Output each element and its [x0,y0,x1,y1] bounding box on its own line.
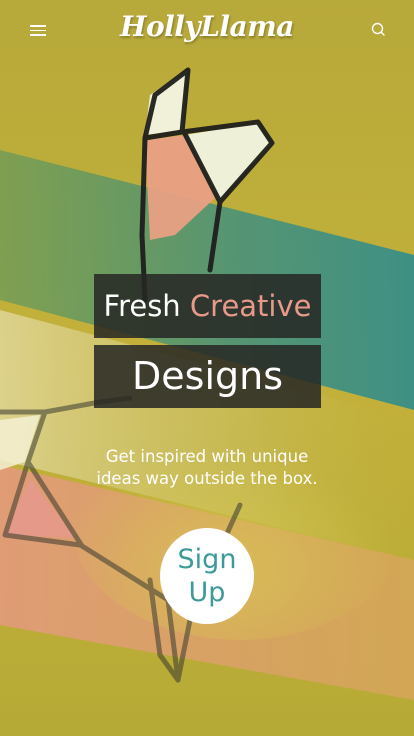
search-button[interactable] [366,18,390,40]
landing-screen: HollyLlama Fresh Creative Designs Get in… [0,0,414,736]
brand-logo[interactable]: HollyLlama [0,10,414,43]
tagline-line-1: Get inspired with unique [105,447,309,466]
hero-title-word-fresh: Fresh [103,289,181,323]
tagline-line-2: ideas way outside the box. [96,469,318,488]
sign-up-label-line-1: Sign [177,544,237,575]
top-bar: HollyLlama [0,0,414,60]
hero-title-line-2: Designs [94,345,321,408]
sign-up-label: Sign Up [178,543,237,609]
hero-title-word-creative: Creative [189,289,312,323]
sign-up-button[interactable]: Sign Up [160,528,254,624]
hero-tagline: Get inspired with unique ideas way outsi… [60,446,354,490]
search-icon [371,22,385,36]
sign-up-label-line-2: Up [188,577,226,608]
hero-title-line-1: Fresh Creative [94,274,321,338]
